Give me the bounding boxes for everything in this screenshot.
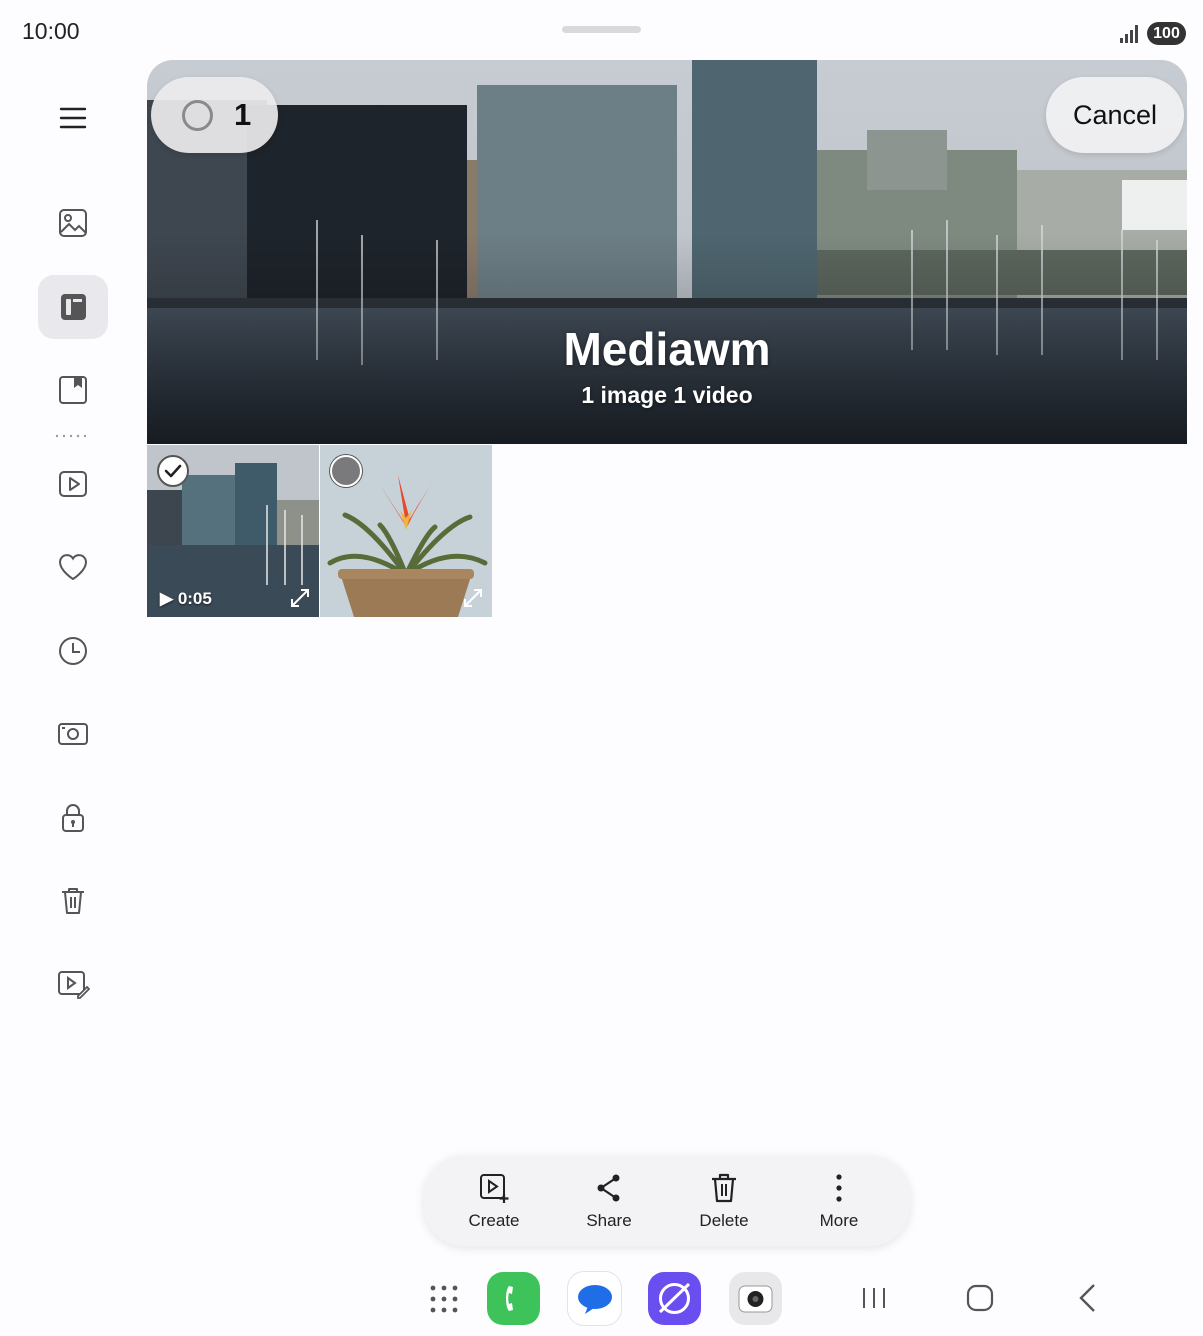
messages-app-icon[interactable] — [568, 1272, 621, 1325]
create-button[interactable]: Create — [444, 1156, 544, 1246]
albums-icon[interactable] — [38, 275, 108, 339]
drag-handle[interactable] — [562, 26, 641, 33]
more-button[interactable]: More — [789, 1156, 889, 1246]
select-all-checkbox[interactable] — [182, 100, 213, 131]
recent-apps-icon[interactable] — [856, 1280, 892, 1316]
album-cover-banner: Mediawm 1 image 1 video — [147, 60, 1187, 444]
album-subtitle: 1 image 1 video — [581, 382, 753, 408]
phone-app-icon[interactable] — [487, 1272, 540, 1325]
menu-icon[interactable] — [38, 86, 108, 150]
more-label: More — [819, 1211, 859, 1230]
stories-icon[interactable] — [38, 358, 108, 422]
battery-indicator: 100 — [1147, 22, 1186, 45]
video-duration: ▶ 0:05 — [160, 589, 212, 609]
video-editor-icon[interactable] — [38, 952, 108, 1016]
pictures-icon[interactable] — [38, 191, 108, 255]
selection-checkbox-unchecked[interactable] — [330, 455, 362, 487]
secure-folder-icon[interactable] — [38, 786, 108, 850]
camera-app-icon[interactable] — [729, 1272, 782, 1325]
app-drawer-icon[interactable] — [429, 1284, 459, 1314]
play-icon: ▶ — [160, 589, 174, 608]
rail-divider — [55, 434, 87, 438]
more-icon — [836, 1174, 842, 1202]
recent-icon[interactable] — [38, 619, 108, 683]
cancel-button[interactable]: Cancel — [1046, 77, 1184, 153]
create-label: Create — [468, 1211, 520, 1230]
share-icon — [597, 1174, 620, 1202]
status-time: 10:00 — [22, 18, 80, 44]
home-icon[interactable] — [962, 1280, 998, 1316]
videos-icon[interactable] — [38, 452, 108, 516]
recycle-bin-icon[interactable] — [38, 869, 108, 933]
signal-icon — [1120, 25, 1138, 43]
delete-button[interactable]: Delete — [674, 1156, 774, 1246]
delete-icon — [712, 1173, 736, 1203]
album-title: Mediawm — [563, 323, 771, 375]
delete-label: Delete — [699, 1211, 749, 1230]
select-all-button[interactable]: 1 — [151, 77, 278, 153]
media-thumbnail-video[interactable]: ▶ 0:05 — [147, 445, 319, 617]
screenshots-icon[interactable] — [38, 702, 108, 766]
selection-action-bar: Create Share Delete More — [424, 1156, 910, 1246]
favourites-icon[interactable] — [38, 535, 108, 599]
expand-icon[interactable] — [462, 587, 484, 609]
media-thumbnail-image[interactable] — [320, 445, 492, 617]
expand-icon[interactable] — [289, 587, 311, 609]
selection-checkbox-checked[interactable] — [157, 455, 189, 487]
share-label: Share — [586, 1211, 632, 1230]
internet-app-icon[interactable] — [648, 1272, 701, 1325]
back-icon[interactable] — [1070, 1280, 1106, 1316]
create-icon — [480, 1174, 509, 1203]
selected-count: 1 — [234, 97, 252, 132]
share-button[interactable]: Share — [559, 1156, 659, 1246]
duration-label: 0:05 — [177, 589, 212, 608]
